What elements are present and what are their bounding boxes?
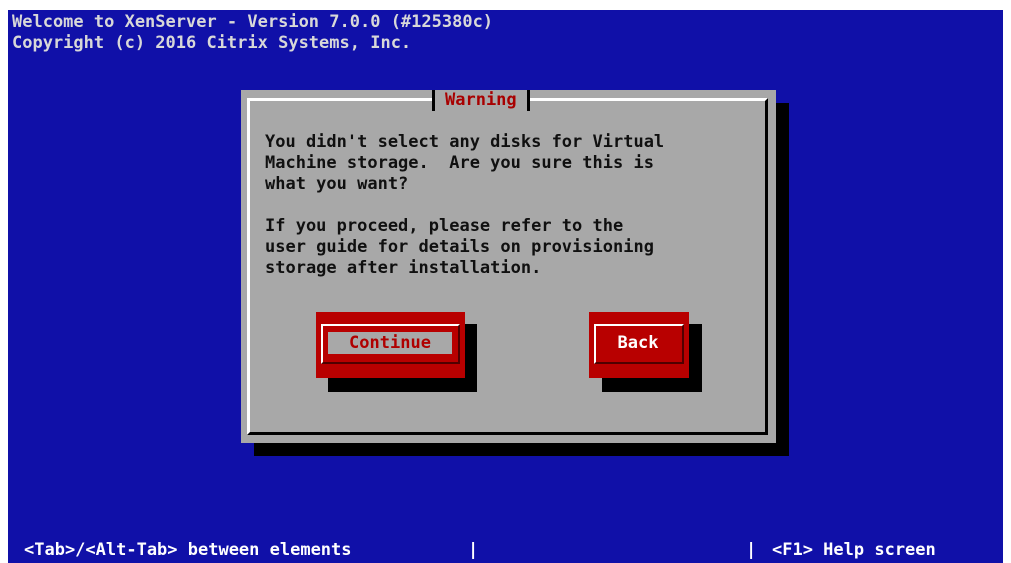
copyright-line: Copyright (c) 2016 Citrix Systems, Inc. xyxy=(12,33,412,53)
status-separator: | xyxy=(746,540,757,560)
continue-button[interactable]: Continue xyxy=(316,312,465,378)
dialog-message-line: user guide for details on provisioning xyxy=(265,237,654,257)
status-bar: <Tab>/<Alt-Tab> between elements | | <F1… xyxy=(8,538,1003,563)
continue-button-label: Continue xyxy=(328,332,452,354)
warning-dialog: Warning You didn't select any disks for … xyxy=(241,90,776,443)
dialog-message-line: storage after installation. xyxy=(265,258,542,278)
back-button[interactable]: Back xyxy=(589,312,689,378)
back-button-label: Back xyxy=(617,333,659,353)
dialog-message-line: If you proceed, please refer to the xyxy=(265,216,624,236)
welcome-line: Welcome to XenServer - Version 7.0.0 (#1… xyxy=(12,12,494,32)
dialog-message-line: Machine storage. Are you sure this is xyxy=(265,153,654,173)
status-hint-help: <F1> Help screen xyxy=(772,540,936,560)
status-separator: | xyxy=(468,540,479,560)
dialog-message-line: You didn't select any disks for Virtual xyxy=(265,132,665,152)
dialog-title: Warning xyxy=(432,90,530,111)
status-hint-tab: <Tab>/<Alt-Tab> between elements xyxy=(24,540,352,560)
installer-screen: Welcome to XenServer - Version 7.0.0 (#1… xyxy=(8,10,1003,563)
dialog-message-line: what you want? xyxy=(265,174,409,194)
